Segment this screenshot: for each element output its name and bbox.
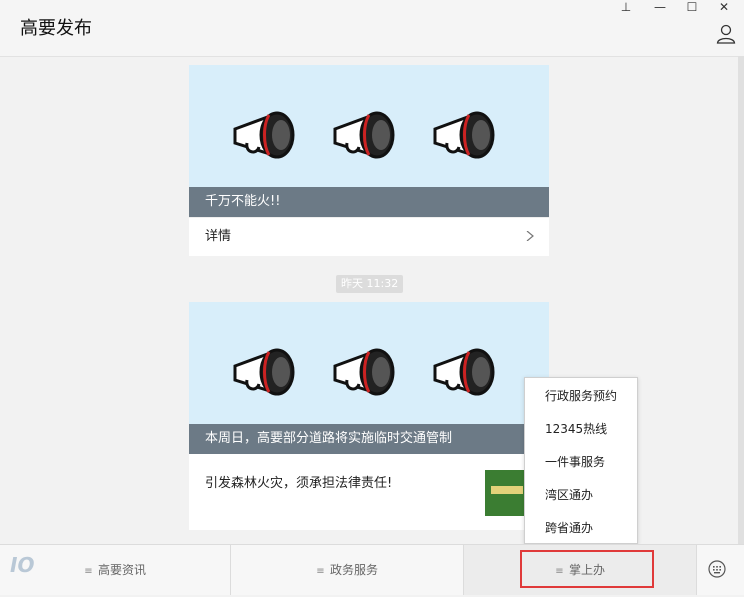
minimize-button[interactable]: — (648, 0, 672, 14)
close-button[interactable]: ✕ (712, 0, 736, 14)
menu-icon: ≡ (84, 566, 93, 577)
menu-item-appointment[interactable]: 行政服务预约 (525, 383, 637, 409)
pin-button[interactable]: ⊥ (614, 0, 638, 14)
tab-news[interactable]: ≡ 高要资讯 (0, 545, 230, 595)
megaphone-icon (231, 342, 305, 402)
detail-link[interactable]: 详情 (189, 217, 549, 256)
popup-menu: 行政服务预约 12345热线 一件事服务 湾区通办 跨省通办 (524, 377, 638, 544)
megaphone-icon (231, 105, 305, 165)
selection-highlight (520, 550, 654, 588)
menu-item-hotline[interactable]: 12345热线 (525, 416, 637, 442)
scrollbar[interactable] (738, 56, 744, 544)
menu-item-cross-province[interactable]: 跨省通办 (525, 515, 637, 541)
message-card-1[interactable]: 千万不能火!! 详情 (189, 65, 549, 256)
thumbnail-image (485, 470, 529, 516)
message-summary: 引发森林火灾，须承担法律责任! (205, 476, 393, 491)
detail-label: 详情 (205, 229, 232, 244)
megaphone-icon (431, 105, 505, 165)
timestamp: 昨天 11:32 (336, 275, 404, 293)
menu-item-bay-area[interactable]: 湾区通办 (525, 482, 637, 508)
window-title: 高要发布 (20, 18, 92, 39)
keyboard-icon[interactable] (708, 560, 726, 578)
person-icon[interactable] (716, 24, 736, 44)
message-caption: 本周日，高要部分道路将实施临时交通管制 (189, 424, 549, 454)
divider (696, 545, 697, 595)
menu-item-one-thing[interactable]: 一件事服务 (525, 449, 637, 475)
chevron-right-icon (526, 231, 534, 241)
megaphone-icon (331, 342, 405, 402)
maximize-button[interactable]: ☐ (680, 0, 704, 14)
megaphone-icon (431, 342, 505, 402)
menu-icon: ≡ (316, 566, 325, 577)
message-caption: 千万不能火!! (189, 187, 549, 217)
tab-gov-services[interactable]: ≡ 政务服务 (231, 545, 463, 595)
message-card-2[interactable]: 本周日，高要部分道路将实施临时交通管制 引发森林火灾，须承担法律责任! (189, 302, 549, 530)
megaphone-icon (331, 105, 405, 165)
title-bar: 高要发布 ⊥ — ☐ ✕ (0, 0, 744, 57)
